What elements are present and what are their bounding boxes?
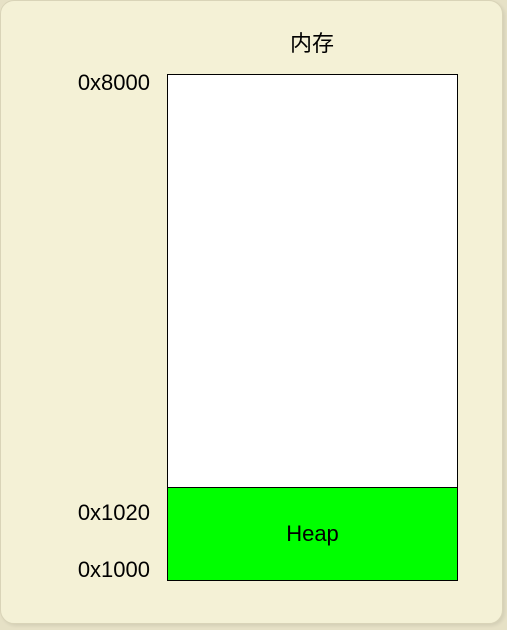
address-label-bottom: 0x1000 <box>77 557 150 582</box>
diagram-panel: 内存 0x8000 0x1020 0x1000 Heap <box>0 0 503 624</box>
heap-label: Heap <box>286 521 339 546</box>
address-label-top: 0x8000 <box>77 70 150 95</box>
memory-title: 内存 <box>289 32 334 57</box>
memory-block: Heap <box>167 74 458 581</box>
address-label-heap-top: 0x1020 <box>77 500 150 525</box>
heap-region: Heap <box>168 487 457 580</box>
